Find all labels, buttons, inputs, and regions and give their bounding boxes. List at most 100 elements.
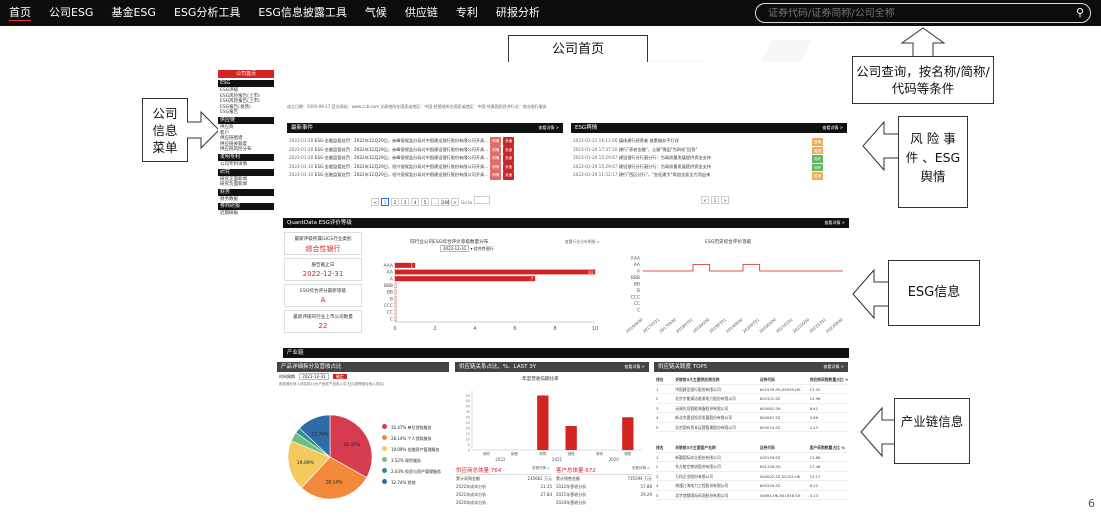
page-button[interactable]: 5 bbox=[421, 198, 429, 206]
rev-time-select[interactable]: 2021-12-31 bbox=[299, 373, 329, 380]
opinion-more-link[interactable]: 查看详情 > bbox=[822, 123, 843, 133]
list-item[interactable]: 2023-01-20 17:37:20 建行"养老金融"，让服"锦田"为四化"回… bbox=[573, 146, 847, 154]
event-text[interactable]: ESG-金融监管处罚：2022年12月29日，赤峰银保监分局对中国建设银行股份有… bbox=[315, 155, 489, 160]
sidebar-group-title[interactable]: 财务 bbox=[218, 188, 274, 196]
x-group-label: 2020 bbox=[609, 457, 620, 462]
nav-esg-tools[interactable]: ESG分析工具 bbox=[165, 0, 249, 26]
page-button[interactable]: ... bbox=[431, 198, 439, 206]
nav-home[interactable]: 首页 bbox=[0, 0, 40, 26]
page-button[interactable]: 206 bbox=[441, 198, 450, 206]
list-item[interactable]: 2023-01-20 ESG-金融监管处罚：2022年12月29日，赤峰银保监分… bbox=[289, 154, 563, 163]
event-text[interactable]: ESG-金融监管处罚：2022年12月29日，赤峰银保监分局对中国建设银行股份有… bbox=[315, 147, 489, 152]
customer-stat: 客户总体量 672 查看详情 > 累计销售金额 735594 万元 2022年营收分析 5… bbox=[556, 466, 652, 507]
sidebar-group-title[interactable]: 研究 bbox=[218, 168, 274, 176]
table-row[interactable]: 2 东方航空物流股份有限公司 601156.SH 17.46 bbox=[656, 462, 848, 472]
sidebar-group-title[interactable]: ESG bbox=[218, 80, 274, 87]
sidebar-group-title[interactable]: 券商研报 bbox=[218, 203, 274, 211]
page-button[interactable]: 4 bbox=[411, 198, 419, 206]
table-cell: 南通江海电力工程股份有限公司 bbox=[675, 483, 729, 488]
sidebar-item[interactable]: ESG报告 bbox=[218, 110, 274, 116]
sidebar-header[interactable]: 公司首页 bbox=[218, 70, 274, 78]
ratio-title: 供应链关系占比、%、LAST 3Y bbox=[459, 364, 537, 370]
page-prev[interactable]: < bbox=[371, 198, 379, 206]
opinion-text[interactable]: 建设银行分行副分行：为高质量发展提供资金支持 bbox=[619, 155, 711, 160]
list-item[interactable]: 2023-01-20 ESG-金融监管处罚：2022年12月29日，赤峰银保监分… bbox=[289, 145, 563, 154]
sidebar-item[interactable]: 财务数据 bbox=[218, 197, 274, 203]
table-row[interactable]: 4 新北京建设投资发展股份有限公司 600087.SZ 3.66 bbox=[656, 413, 848, 423]
table-cell: 3.66 bbox=[809, 415, 819, 420]
list-item[interactable]: 2023-01-20 15:29:47 建设银行分行副分行：为高质量发展提供资金… bbox=[573, 163, 847, 171]
sidebar-item[interactable]: 研究负面新闻 bbox=[218, 182, 274, 188]
table-cell: 13.20 bbox=[809, 386, 821, 392]
table-row[interactable]: 3 万科企业股份有限公司 000002.SZ,02202.HK 13.17 bbox=[656, 472, 848, 481]
y-tick-label: BBB bbox=[631, 275, 640, 281]
opinion-text[interactable]: 媒体建行经营者 普惠服务不打烊 bbox=[619, 138, 679, 143]
nav-research[interactable]: 研报分析 bbox=[487, 0, 549, 26]
nav-supply-chain[interactable]: 供应链 bbox=[396, 0, 447, 26]
list-item[interactable]: 2023-01-20 ESG-金融监管处罚：2022年12月29日，赤峰银保监分… bbox=[289, 137, 563, 146]
x-tick-label: 0 bbox=[393, 326, 396, 332]
nav-company-esg[interactable]: 公司ESG bbox=[40, 0, 102, 26]
legend-item: 19.09% 金融资产管理服务 bbox=[382, 444, 441, 455]
dist-date-select[interactable]: 2022-12-31 bbox=[440, 245, 470, 252]
events-more-link[interactable]: 查看详情 > bbox=[538, 123, 559, 133]
nav-climate[interactable]: 气候 bbox=[356, 0, 396, 26]
nav-patent[interactable]: 专利 bbox=[447, 0, 487, 26]
list-item[interactable]: 2023-01-10 ESG-金融监管处罚：2022年12月29日，绍兴银保监分… bbox=[289, 162, 563, 171]
table-cell: 601939.SH,00939.HK bbox=[759, 386, 801, 392]
table-header-row: 排名 关联前5大主要供应商名称 证券代码 供应商采购数量占比 % bbox=[656, 375, 848, 385]
tops-more-link[interactable]: 查看详情 > bbox=[823, 362, 844, 372]
opinion-text[interactable]: 建行"西区分行"，"金征建大"再加全面全力而出来 bbox=[619, 172, 710, 177]
search-icon[interactable]: ⚲ bbox=[1070, 4, 1090, 22]
sidebar-group-title[interactable]: 供应链 bbox=[218, 116, 274, 124]
page-button[interactable]: > bbox=[721, 196, 729, 204]
customer-stat-row-label: 2022年营收分析 bbox=[556, 484, 587, 489]
opinion-text[interactable]: 建行"养老金融"，让服"锦田"为四化"回答" bbox=[619, 147, 698, 152]
sidebar-group-title[interactable]: 发明专利 bbox=[218, 153, 274, 161]
page-button[interactable]: 3 bbox=[401, 198, 409, 206]
x-tick-label: 20210331 bbox=[775, 317, 794, 334]
table-row[interactable]: 3 无锡先导智能装备股份有限公司 600061.SH 8.61 bbox=[656, 404, 848, 413]
table-row[interactable]: 1 新疆国际实业股份有限公司 000159.SZ 21.68 bbox=[656, 453, 848, 462]
nav-esg-disclosure[interactable]: ESG信息披露工具 bbox=[249, 0, 355, 26]
nav-fund-esg[interactable]: 基金ESG bbox=[102, 0, 164, 26]
list-item[interactable]: 2023-01-21 16:12:00 媒体建行经营者 普惠服务不打烊 普通 bbox=[573, 137, 847, 146]
table-row[interactable]: 5 北京国有资本运营管理股份有限公司 600074.SZ 2.23 bbox=[656, 423, 848, 432]
sidebar-item[interactable]: 供应链风险分布 bbox=[218, 147, 274, 153]
y-tick-label: B bbox=[637, 288, 640, 294]
table-cell: 北京国有资本运营管理股份有限公司 bbox=[675, 424, 736, 430]
sidebar-item[interactable]: 近期研报 bbox=[218, 211, 274, 217]
table-row[interactable]: 2 北京京能清洁能源电力股份有限公司 600101.SZ 12.96 bbox=[656, 394, 848, 404]
supplier-stat-more[interactable]: 查看详情 > bbox=[532, 466, 550, 471]
event-text[interactable]: ESG-金融监管处罚：2022年12月29日，绍兴银保监分局对中国建设银行股份有… bbox=[315, 164, 489, 169]
page-button[interactable]: < bbox=[701, 196, 709, 204]
event-text[interactable]: ESG-金融监管处罚：2022年12月29日，赤峰银保监分局对中国建设银行股份有… bbox=[315, 138, 489, 143]
opinion-text[interactable]: 建设银行分行副分行：为高质量发展提供资金支持 bbox=[619, 164, 711, 169]
customer-stat-more[interactable]: 查看详情 > bbox=[632, 466, 650, 471]
list-item[interactable]: 2023-01-20 15:29:47 建设银行分行副分行：为高质量发展提供资金… bbox=[573, 154, 847, 163]
event-text[interactable]: ESG-金融监管处罚：2022年12月29日，绍兴银保监分局对中国建设银行股份有… bbox=[315, 172, 489, 177]
sidebar-item[interactable]: 公司专利详情 bbox=[218, 162, 274, 168]
search-input[interactable] bbox=[756, 7, 1070, 19]
dist-detail-link[interactable]: 查看行业分布明细 > bbox=[565, 239, 600, 245]
dist-industry-select[interactable]: 综合性银行 bbox=[474, 246, 494, 251]
page-next[interactable]: > bbox=[451, 198, 459, 206]
supplier-stat-value: 764 bbox=[490, 468, 502, 474]
rev-confirm-button[interactable]: 确定 bbox=[332, 374, 347, 379]
page-button[interactable]: 1 bbox=[381, 198, 389, 206]
page-button[interactable]: 2 bbox=[391, 198, 399, 206]
table-row[interactable]: 4 南通江海电力工程股份有限公司 600326.SZ 8.20 bbox=[656, 481, 848, 491]
page-button[interactable]: 1 bbox=[711, 196, 719, 204]
table-row[interactable]: 5 北京首都国际机场股份有限公司 00694.HK,601558.SH 4.13 bbox=[656, 491, 848, 500]
table-row[interactable]: 1 中国建设银行股份有限公司 601939.SH,00939.HK 13.20 bbox=[656, 385, 848, 394]
legend-swatch bbox=[382, 424, 387, 429]
ratio-more-link[interactable]: 查看详情 > bbox=[624, 362, 645, 372]
ratio-header: 供应链关系占比、%、LAST 3Y 查看详情 > bbox=[455, 362, 649, 372]
rating-more-link[interactable]: 查看详情 > bbox=[824, 218, 845, 228]
list-item[interactable]: 2023-01-10 ESG-金融监管处罚：2022年12月29日，绍兴银保监分… bbox=[289, 171, 563, 180]
list-item[interactable]: 2023-01-20 11:52:17 建行"西区分行"，"金征建大"再加全面全… bbox=[573, 171, 847, 180]
goto-input[interactable] bbox=[474, 196, 491, 204]
customer-stat-row-value: 735594 万元 bbox=[627, 476, 652, 481]
table-cell: 北京京能清洁能源电力股份有限公司 bbox=[675, 396, 736, 401]
left-arrow-icon bbox=[852, 268, 892, 320]
